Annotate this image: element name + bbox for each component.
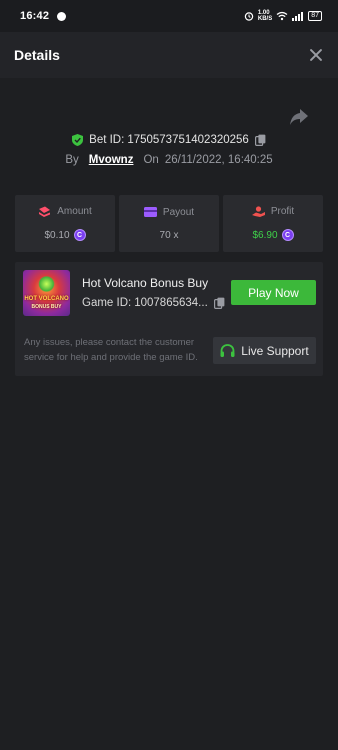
signal-icon [292,12,304,21]
close-icon[interactable] [308,47,324,63]
network-speed: 1.00 KB/S [257,10,273,22]
card-icon [143,207,157,217]
coin-icon: C [73,229,86,241]
coin-icon: C [281,229,294,241]
game-thumbnail[interactable]: HOT VOLCANO BONUS BUY [23,270,70,316]
game-id-value: 1007865634... [134,297,208,309]
profit-label: Profit [270,206,295,217]
profit-value: $6.90 [252,229,278,241]
details-header: Details [0,32,338,78]
payout-value: 70 x [159,229,179,241]
status-time: 16:42 [20,10,50,22]
payout-label: Payout [162,206,195,218]
page-title: Details [14,47,60,63]
bet-stats: Amount $0.10 C Payout 70 x Profit $6.90 … [15,195,323,252]
wager-icon [39,206,51,217]
live-support-button[interactable]: Live Support [213,337,316,364]
profit-icon [251,206,265,217]
thumbnail-title: HOT VOLCANO [24,296,69,302]
live-support-label: Live Support [241,343,309,358]
on-label: On [143,154,159,166]
game-id-label: Game ID: [82,297,132,309]
amount-label: Amount [57,206,92,217]
status-icons: 1.00 KB/S 87 [244,10,322,22]
copy-icon[interactable] [213,297,225,309]
copy-icon[interactable] [254,134,266,146]
notification-icon [57,11,67,21]
share-arrow-icon[interactable] [289,108,309,126]
stat-amount: Amount $0.10 C [15,195,115,252]
status-bar: 16:42 1.00 KB/S 87 [0,0,338,32]
leaf-icon [38,276,55,292]
headset-icon [220,343,235,357]
bet-id-label: Bet ID: [89,134,125,146]
battery-icon: 87 [308,11,322,21]
game-title: Hot Volcano Bonus Buy [82,276,209,290]
username-link[interactable]: Mvownz [89,154,134,166]
support-notice: Any issues, please contact the customer … [24,337,198,363]
stat-profit: Profit $6.90 C [223,195,323,252]
shield-check-icon [72,134,84,146]
bet-id-row: Bet ID: 1750573751402320256 [0,131,338,149]
play-now-button[interactable]: Play Now [231,280,316,305]
thumbnail-subtitle: BONUS BUY [31,304,62,310]
by-label: By [65,154,79,166]
bet-author-row: By Mvownz On 26/11/2022, 16:40:25 [0,151,338,169]
alarm-icon [244,12,254,21]
stat-payout: Payout 70 x [119,195,219,252]
amount-value: $0.10 [44,229,70,241]
bet-datetime: 26/11/2022, 16:40:25 [164,154,273,166]
wifi-icon [276,11,288,21]
game-id-row: Game ID: 1007865634... [82,297,225,309]
game-card: HOT VOLCANO BONUS BUY Hot Volcano Bonus … [15,262,323,376]
bet-id-value: 1750573751402320256 [127,134,249,146]
